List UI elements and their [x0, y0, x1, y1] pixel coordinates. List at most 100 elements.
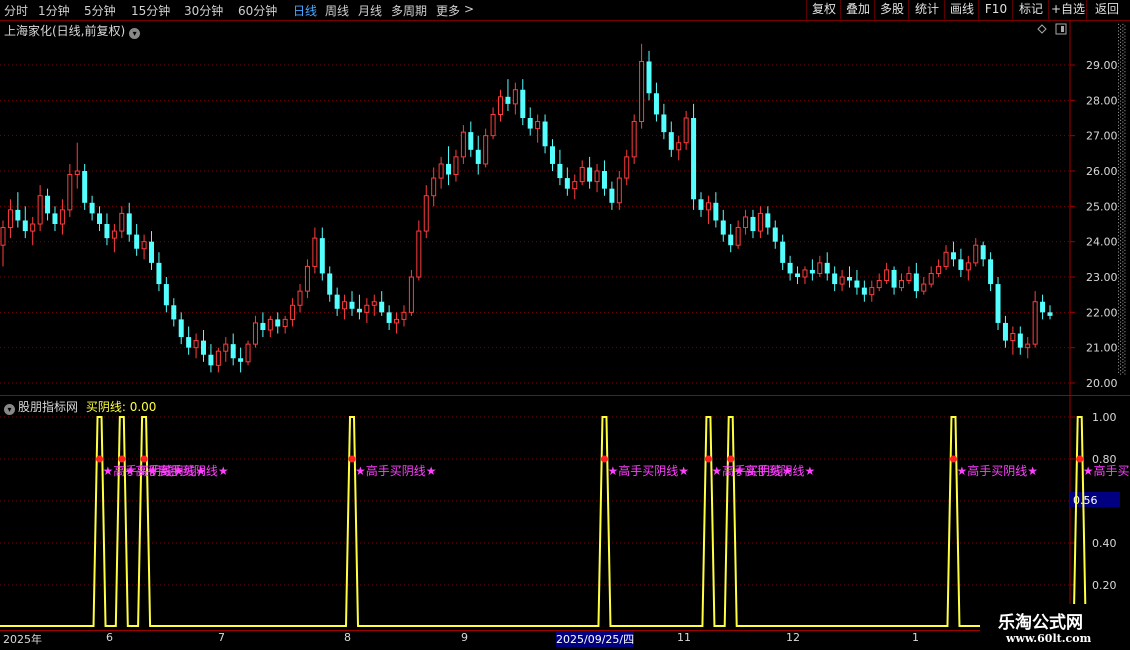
draw-line-button[interactable]: 画线	[944, 0, 979, 19]
candle[interactable]	[30, 216, 36, 246]
candle[interactable]	[750, 209, 756, 239]
candle[interactable]	[943, 245, 949, 270]
candle[interactable]	[795, 266, 801, 285]
candle[interactable]	[728, 224, 734, 253]
candle[interactable]	[282, 315, 288, 334]
candle[interactable]	[616, 171, 622, 210]
candle[interactable]	[52, 206, 58, 232]
candle[interactable]	[1040, 294, 1046, 320]
chevron-down-icon[interactable]: ▾	[129, 28, 141, 39]
candle[interactable]	[37, 185, 43, 232]
period-tab-fenshi[interactable]: 分时	[4, 2, 28, 19]
candle[interactable]	[1002, 315, 1008, 348]
candle[interactable]	[89, 195, 95, 221]
candle[interactable]	[906, 266, 912, 285]
candle[interactable]	[512, 82, 518, 115]
candle[interactable]	[193, 333, 199, 359]
candle[interactable]	[275, 312, 281, 334]
candle[interactable]	[238, 347, 244, 373]
candle[interactable]	[475, 135, 481, 175]
candle[interactable]	[215, 347, 221, 373]
candle[interactable]	[327, 266, 333, 302]
candle[interactable]	[223, 337, 229, 362]
candle[interactable]	[988, 252, 994, 292]
candle[interactable]	[245, 340, 251, 366]
candle[interactable]	[854, 269, 860, 295]
candle[interactable]	[973, 238, 979, 267]
candle[interactable]	[765, 206, 771, 235]
candle[interactable]	[290, 298, 296, 327]
candle[interactable]	[104, 213, 110, 246]
candle[interactable]	[735, 220, 741, 249]
candle[interactable]	[260, 312, 266, 338]
period-tab-weekly[interactable]: 周线	[325, 2, 349, 19]
candle[interactable]	[230, 333, 236, 366]
candle[interactable]	[928, 266, 934, 288]
candle[interactable]	[824, 252, 830, 281]
candle[interactable]	[817, 255, 823, 277]
candle[interactable]	[498, 89, 504, 122]
candle[interactable]	[839, 269, 845, 292]
candle[interactable]	[847, 266, 853, 288]
candle[interactable]	[639, 43, 645, 129]
candle[interactable]	[668, 121, 674, 157]
candle[interactable]	[163, 277, 169, 313]
candle[interactable]	[705, 195, 711, 224]
candle[interactable]	[119, 206, 125, 239]
candle[interactable]	[609, 181, 615, 210]
candle[interactable]	[802, 266, 808, 285]
candle[interactable]	[45, 188, 51, 221]
candle[interactable]	[587, 156, 593, 189]
chevron-right-icon[interactable]: >	[464, 2, 474, 16]
candle[interactable]	[936, 259, 942, 277]
candle[interactable]	[364, 298, 370, 323]
candle[interactable]	[111, 224, 117, 253]
candle[interactable]	[356, 294, 362, 320]
candle[interactable]	[22, 206, 28, 239]
candle[interactable]	[208, 344, 214, 373]
candle[interactable]	[267, 315, 273, 338]
candle[interactable]	[342, 294, 348, 320]
candle[interactable]	[683, 110, 689, 150]
overlay-button[interactable]: 叠加	[840, 0, 875, 19]
candle[interactable]	[126, 202, 132, 242]
candle[interactable]	[379, 291, 385, 316]
candle[interactable]	[59, 199, 65, 235]
period-tab-5min[interactable]: 5分钟	[84, 2, 116, 19]
candle[interactable]	[460, 125, 466, 164]
candle[interactable]	[653, 82, 659, 122]
candle[interactable]	[416, 220, 422, 281]
candle[interactable]	[134, 224, 140, 256]
diamond-icon[interactable]	[1037, 24, 1047, 34]
candle[interactable]	[334, 287, 340, 316]
candle[interactable]	[624, 149, 630, 186]
candle[interactable]	[423, 185, 429, 239]
candle[interactable]	[408, 269, 414, 316]
stats-button[interactable]: 统计	[908, 0, 945, 19]
candle[interactable]	[490, 107, 496, 140]
candle[interactable]	[564, 167, 570, 196]
candle[interactable]	[319, 227, 325, 281]
candle[interactable]	[171, 298, 177, 327]
candle[interactable]	[453, 149, 459, 182]
candle[interactable]	[74, 142, 80, 189]
period-tab-more[interactable]: 更多	[436, 2, 460, 19]
period-tab-monthly[interactable]: 月线	[358, 2, 382, 19]
period-tab-1min[interactable]: 1分钟	[38, 2, 70, 19]
candle[interactable]	[869, 280, 875, 302]
candle[interactable]	[861, 280, 867, 302]
candle[interactable]	[557, 149, 563, 186]
period-tab-30min[interactable]: 30分钟	[184, 2, 223, 19]
candle[interactable]	[913, 262, 919, 299]
candle[interactable]	[149, 231, 155, 270]
candle[interactable]	[527, 107, 533, 136]
candle[interactable]	[1025, 337, 1031, 359]
candle[interactable]	[549, 139, 555, 171]
candle[interactable]	[757, 206, 763, 239]
candle[interactable]	[505, 79, 511, 111]
candle[interactable]	[15, 192, 21, 228]
multi-stock-button[interactable]: 多股	[874, 0, 909, 19]
candle[interactable]	[743, 209, 749, 235]
candle[interactable]	[0, 220, 6, 267]
candle[interactable]	[921, 277, 927, 295]
